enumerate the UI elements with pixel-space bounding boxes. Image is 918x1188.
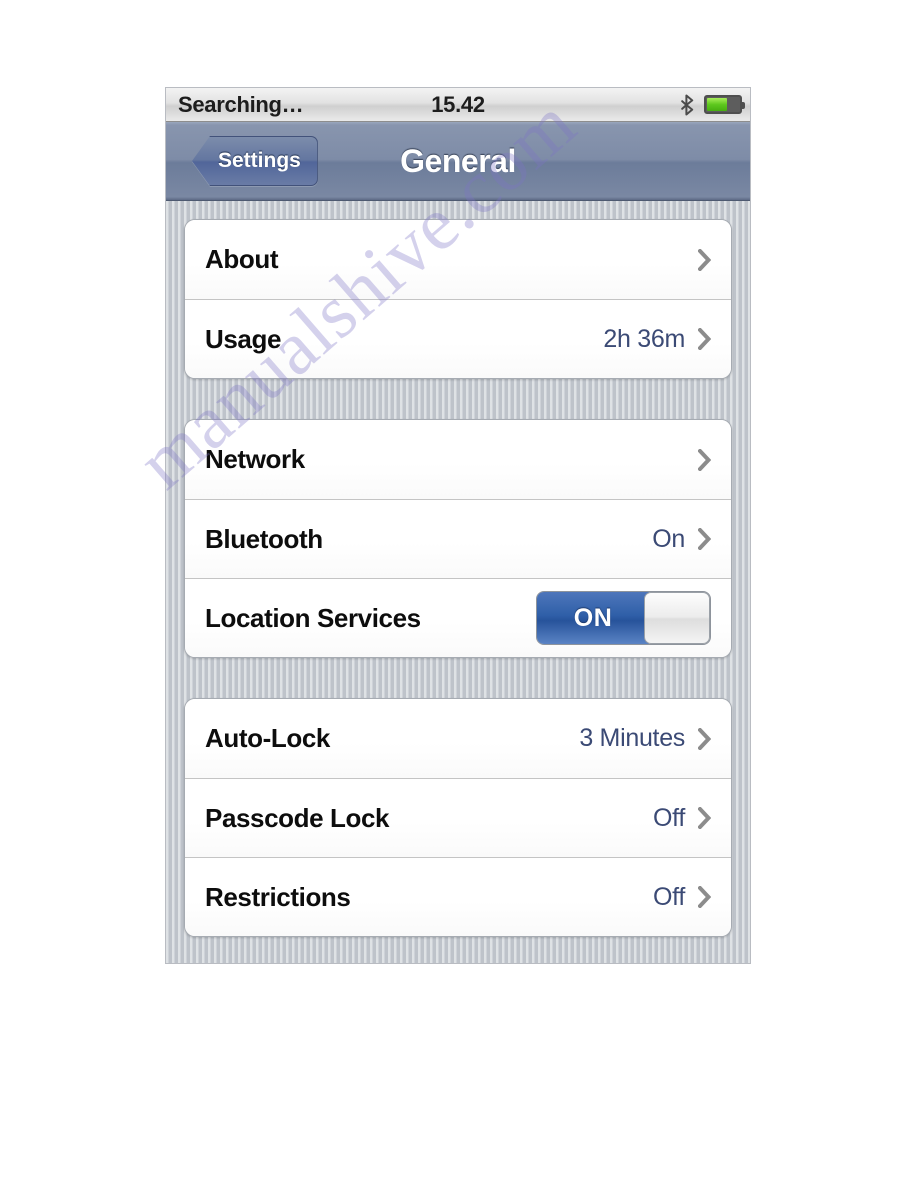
row-accessory: Off xyxy=(653,804,711,833)
row-accessory: 3 Minutes xyxy=(579,724,711,753)
iphone-screenshot: Searching… 15.42 Settings General About … xyxy=(166,88,750,963)
row-label: Restrictions xyxy=(205,881,351,912)
toggle-track: ON xyxy=(537,592,649,644)
row-value: Off xyxy=(653,882,685,911)
settings-group-3: Auto-Lock 3 Minutes Passcode Lock Off Re… xyxy=(184,698,732,937)
page-canvas: Searching… 15.42 Settings General About … xyxy=(0,0,918,1188)
chevron-right-icon xyxy=(698,528,711,550)
row-bluetooth[interactable]: Bluetooth On xyxy=(185,499,731,578)
toggle-knob[interactable] xyxy=(644,592,710,644)
back-button-settings[interactable]: Settings xyxy=(192,136,318,186)
row-network[interactable]: Network xyxy=(185,420,731,499)
row-value: 3 Minutes xyxy=(579,724,685,752)
row-usage[interactable]: Usage 2h 36m xyxy=(185,299,731,378)
settings-list: About Usage 2h 36m Network Bluetooth On … xyxy=(166,201,750,963)
row-label: Bluetooth xyxy=(205,523,323,554)
row-location-services[interactable]: Location Services ON xyxy=(185,578,731,657)
row-accessory: On xyxy=(652,525,711,554)
chevron-right-icon xyxy=(698,448,711,471)
row-accessory xyxy=(685,448,711,471)
row-auto-lock[interactable]: Auto-Lock 3 Minutes xyxy=(185,699,731,778)
row-accessory: Off xyxy=(653,883,711,912)
chevron-right-icon xyxy=(698,727,711,750)
row-value: On xyxy=(652,524,685,553)
settings-group-2: Network Bluetooth On Location Services O… xyxy=(184,419,732,658)
battery-icon xyxy=(704,95,745,114)
row-accessory: 2h 36m xyxy=(603,325,711,354)
row-label: Network xyxy=(205,444,305,474)
settings-group-1: About Usage 2h 36m xyxy=(184,219,732,379)
chevron-right-icon xyxy=(698,328,711,350)
row-label: About xyxy=(205,244,279,274)
status-indicators xyxy=(681,94,745,116)
row-label: Passcode Lock xyxy=(205,802,390,833)
chevron-right-icon xyxy=(698,807,711,829)
back-button-wrap: Settings xyxy=(180,136,318,186)
row-value: 2h 36m xyxy=(603,324,685,353)
back-button-label: Settings xyxy=(218,149,301,172)
row-accessory: ON xyxy=(536,591,711,645)
row-about[interactable]: About xyxy=(185,220,731,299)
row-restrictions[interactable]: Restrictions Off xyxy=(185,857,731,936)
status-bar: Searching… 15.42 xyxy=(166,88,750,122)
chevron-right-icon xyxy=(698,886,711,908)
row-label: Usage xyxy=(205,323,282,354)
chevron-right-icon xyxy=(698,248,711,271)
row-passcode-lock[interactable]: Passcode Lock Off xyxy=(185,778,731,857)
bluetooth-icon xyxy=(681,94,695,116)
row-label: Auto-Lock xyxy=(205,723,330,753)
navigation-bar: Settings General xyxy=(166,122,750,201)
location-services-toggle[interactable]: ON xyxy=(536,591,711,645)
row-accessory xyxy=(685,248,711,271)
battery-fill xyxy=(707,98,727,111)
toggle-state-label: ON xyxy=(573,603,613,632)
row-value: Off xyxy=(653,803,685,832)
row-label: Location Services xyxy=(205,602,421,633)
status-time-label: 15.42 xyxy=(431,91,485,117)
